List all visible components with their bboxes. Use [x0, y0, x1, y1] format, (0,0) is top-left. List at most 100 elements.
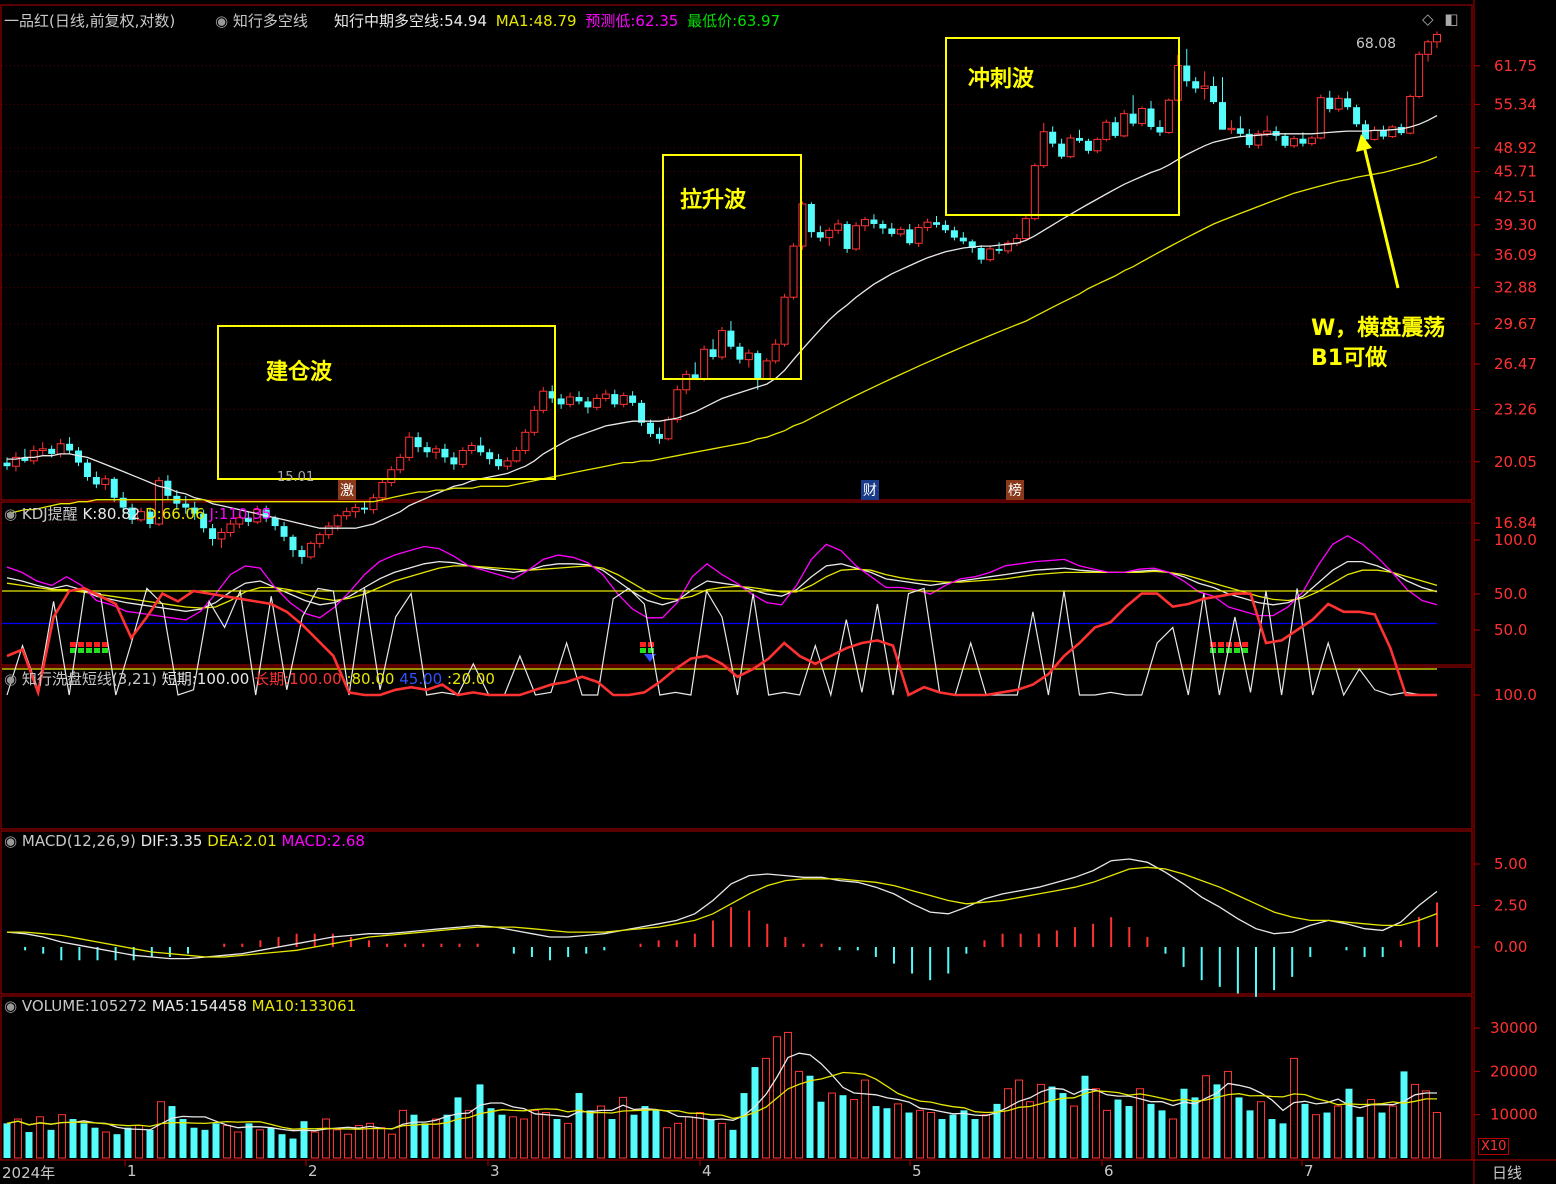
candle — [709, 339, 717, 360]
macd-dif-label: DIF: — [140, 832, 170, 850]
macd-macd-label: MACD: — [281, 832, 332, 850]
volume-bar — [905, 1112, 913, 1158]
high-price-marker: 68.08 — [1356, 36, 1397, 52]
candle-body — [477, 445, 485, 453]
volume-bar — [685, 1116, 693, 1159]
w-note-line2: B1可做 — [1311, 346, 1388, 371]
candle-body — [664, 419, 673, 440]
event-badge-2[interactable]: 财 — [861, 480, 879, 500]
candle-body — [1281, 135, 1289, 146]
candle — [1058, 138, 1066, 159]
wash-tick-label: 100.0 — [1494, 686, 1537, 704]
volume-bar — [1004, 1088, 1012, 1159]
volume-bar — [157, 1101, 165, 1159]
kdj-signal-bar — [1218, 648, 1224, 653]
candle-body — [1076, 137, 1083, 141]
volume-bar — [58, 1114, 66, 1159]
candle-body — [1307, 137, 1316, 145]
wash-dropdown-icon[interactable]: ◉ — [4, 670, 17, 688]
candle — [557, 394, 565, 409]
volume-dropdown-icon[interactable]: ◉ — [4, 997, 17, 1015]
w-note-line1: W，横盘震荡 — [1311, 316, 1446, 341]
volume-bar — [1125, 1106, 1133, 1158]
candle — [1254, 130, 1263, 149]
volume-bar — [1268, 1119, 1276, 1158]
candle — [477, 437, 485, 456]
indicator-selector[interactable]: ◉ 知行多空线 — [215, 10, 308, 31]
candle-body — [1111, 122, 1119, 136]
event-badge-1[interactable]: 激 — [338, 480, 356, 500]
kdj-dropdown-icon[interactable]: ◉ — [4, 505, 17, 523]
candle-body — [280, 526, 288, 537]
candle-body — [217, 531, 226, 540]
kdj-tick-label: 50.0 — [1494, 585, 1527, 603]
volume-bar — [322, 1118, 330, 1159]
candle-body — [306, 542, 315, 558]
volume-bar — [102, 1131, 110, 1159]
zoom-badge[interactable]: X10 — [1478, 1138, 1510, 1155]
candle — [1138, 106, 1147, 127]
price-tick-label: 23.26 — [1494, 400, 1537, 418]
volume-bar — [960, 1110, 968, 1158]
volume-bar — [597, 1105, 605, 1159]
candle-body — [843, 223, 851, 249]
volume-bar — [421, 1123, 429, 1158]
volume-bar — [982, 1114, 990, 1159]
candle-body — [941, 224, 949, 231]
event-badge-3[interactable]: 榜 — [1006, 480, 1024, 500]
candle — [110, 477, 118, 502]
volume-bar — [25, 1132, 33, 1158]
forecast-low-value: 62.35 — [635, 12, 679, 30]
volume-ma5-label: MA5: — [151, 997, 190, 1015]
diamond-icon[interactable]: ◇ — [1422, 10, 1434, 28]
panel-toggle-icon[interactable]: ◧ — [1444, 10, 1458, 28]
candle — [1004, 240, 1012, 254]
candle-body — [986, 248, 995, 261]
candle — [1415, 51, 1424, 99]
candle — [512, 447, 521, 463]
candle — [298, 545, 306, 564]
period-label[interactable]: 日线 — [1492, 1162, 1522, 1183]
candle-body — [1424, 41, 1433, 55]
candle-body — [1200, 85, 1209, 89]
volume-bar — [124, 1127, 132, 1158]
candle — [789, 243, 798, 300]
price-tick-label: 45.71 — [1494, 163, 1537, 181]
candle — [825, 227, 834, 247]
candle-body — [1353, 107, 1361, 125]
candle-body — [1084, 140, 1092, 151]
candle-body — [1120, 113, 1129, 137]
candle — [1039, 122, 1048, 168]
ma-white-line — [7, 115, 1438, 529]
candle-body — [66, 443, 74, 451]
candle-body — [458, 450, 467, 465]
candle-body — [861, 219, 869, 227]
month-label: 5 — [912, 1162, 922, 1180]
volume-bar — [14, 1118, 22, 1159]
candle-body — [396, 456, 405, 471]
dropdown-icon: ◉ — [215, 12, 229, 30]
kdj-j-value: 110.35 — [218, 505, 272, 523]
candle — [986, 246, 995, 262]
candle — [1236, 116, 1244, 137]
volume-bar — [80, 1123, 88, 1158]
candle — [92, 471, 100, 489]
candle-body — [1334, 97, 1343, 110]
candle-body — [405, 436, 414, 458]
year-label: 2024年 — [2, 1164, 56, 1182]
candle-body — [441, 448, 449, 458]
volume-bar — [817, 1101, 825, 1158]
candle-body — [1183, 65, 1191, 82]
wash-l45: 45.00 — [399, 670, 443, 688]
window-controls: ◇ ◧ — [1422, 10, 1459, 28]
volume-bar — [608, 1119, 616, 1158]
candle — [414, 432, 422, 453]
macd-dropdown-icon[interactable]: ◉ — [4, 832, 17, 850]
kdj-signal-bar — [94, 642, 100, 647]
candle-body — [727, 330, 735, 347]
candle-body — [1326, 97, 1334, 110]
price-tick-label: 26.47 — [1494, 355, 1537, 373]
candle-body — [467, 444, 476, 452]
macd-dea-value: 2.01 — [243, 832, 277, 850]
candle — [959, 232, 967, 245]
